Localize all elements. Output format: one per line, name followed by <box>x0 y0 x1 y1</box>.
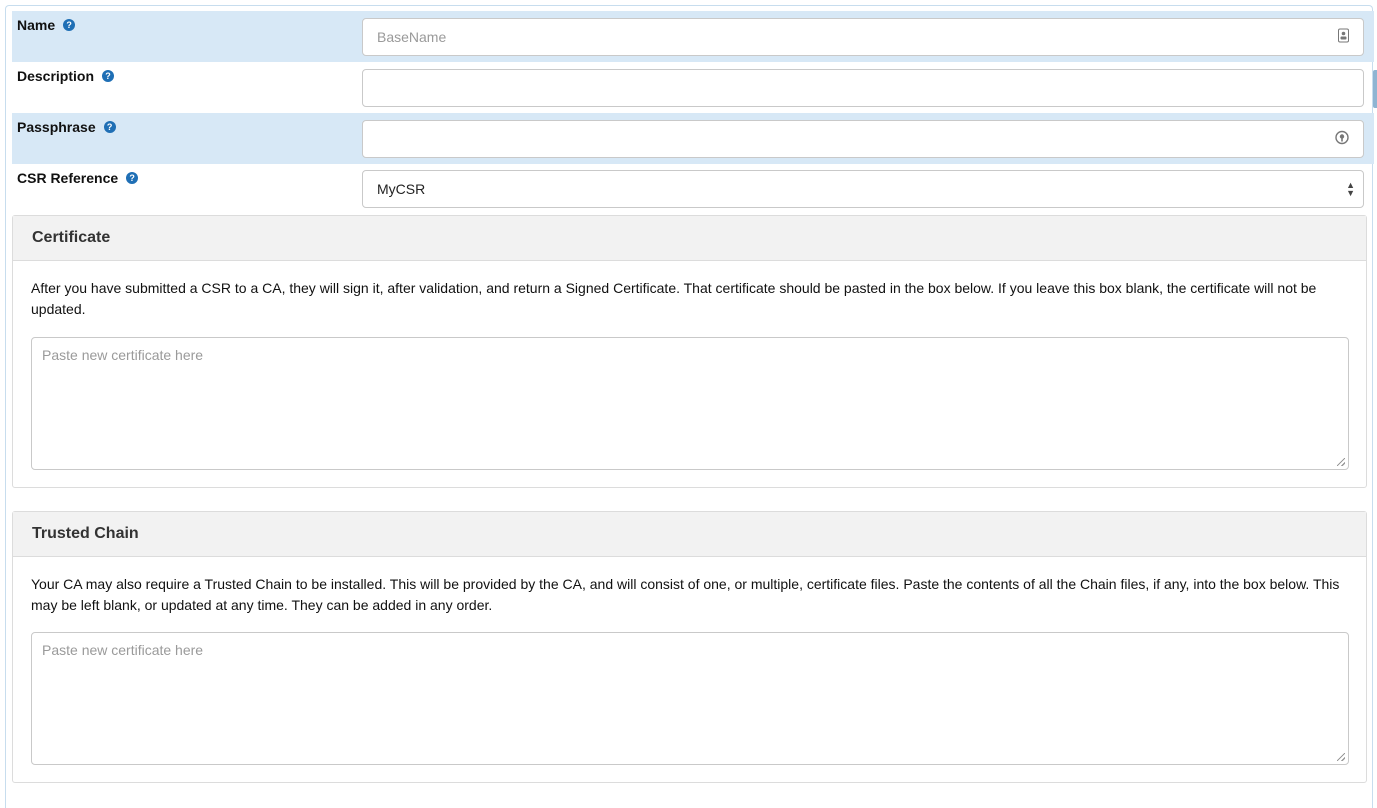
name-input[interactable]: BaseName <box>362 18 1364 56</box>
description-input[interactable] <box>362 69 1364 107</box>
csr-reference-label-group: CSR Reference ? <box>17 170 139 186</box>
passphrase-label-group: Passphrase ? <box>17 119 116 135</box>
certificate-title: Certificate <box>32 229 111 246</box>
trusted-chain-placeholder: Paste new certificate here <box>42 642 204 658</box>
csr-reference-select[interactable]: MyCSR ▲ ▼ <box>362 170 1364 208</box>
certificate-panel: Certificate After you have submitted a C… <box>12 215 1367 488</box>
help-icon[interactable]: ? <box>63 19 76 31</box>
name-placeholder: BaseName <box>377 29 447 45</box>
certificate-placeholder: Paste new certificate here <box>42 347 204 363</box>
csr-reference-row: CSR Reference ? MyCSR ▲ ▼ <box>12 164 1374 212</box>
help-icon[interactable]: ? <box>126 172 139 184</box>
name-label-group: Name ? <box>17 17 76 33</box>
password-key-icon[interactable] <box>1335 130 1349 148</box>
select-arrows-icon: ▲ ▼ <box>1346 180 1355 198</box>
name-row: Name ? BaseName <box>12 11 1374 62</box>
resize-handle-icon[interactable] <box>1337 753 1345 761</box>
trusted-chain-panel-header: Trusted Chain <box>13 512 1366 557</box>
trusted-chain-title: Trusted Chain <box>32 525 139 542</box>
certificate-instructions: After you have submitted a CSR to a CA, … <box>31 280 1317 317</box>
passphrase-label: Passphrase <box>17 119 96 135</box>
passphrase-input[interactable] <box>362 120 1364 158</box>
description-label: Description <box>17 68 95 84</box>
help-icon[interactable]: ? <box>102 70 115 82</box>
certificate-panel-header: Certificate <box>13 216 1366 261</box>
description-row: Description ? <box>12 62 1374 113</box>
help-icon[interactable]: ? <box>103 121 116 133</box>
trusted-chain-panel: Trusted Chain Your CA may also require a… <box>12 511 1367 783</box>
csr-reference-selected: MyCSR <box>377 181 426 197</box>
trusted-chain-instructions: Your CA may also require a Trusted Chain… <box>31 576 1340 613</box>
csr-reference-label: CSR Reference <box>17 170 119 186</box>
description-label-group: Description ? <box>17 68 115 84</box>
name-label: Name <box>17 17 56 33</box>
contact-card-icon[interactable] <box>1338 28 1349 46</box>
trusted-chain-textarea[interactable]: Paste new certificate here <box>31 632 1349 765</box>
certificate-textarea[interactable]: Paste new certificate here <box>31 337 1349 470</box>
resize-handle-icon[interactable] <box>1337 458 1345 466</box>
passphrase-row: Passphrase ? <box>12 113 1374 164</box>
